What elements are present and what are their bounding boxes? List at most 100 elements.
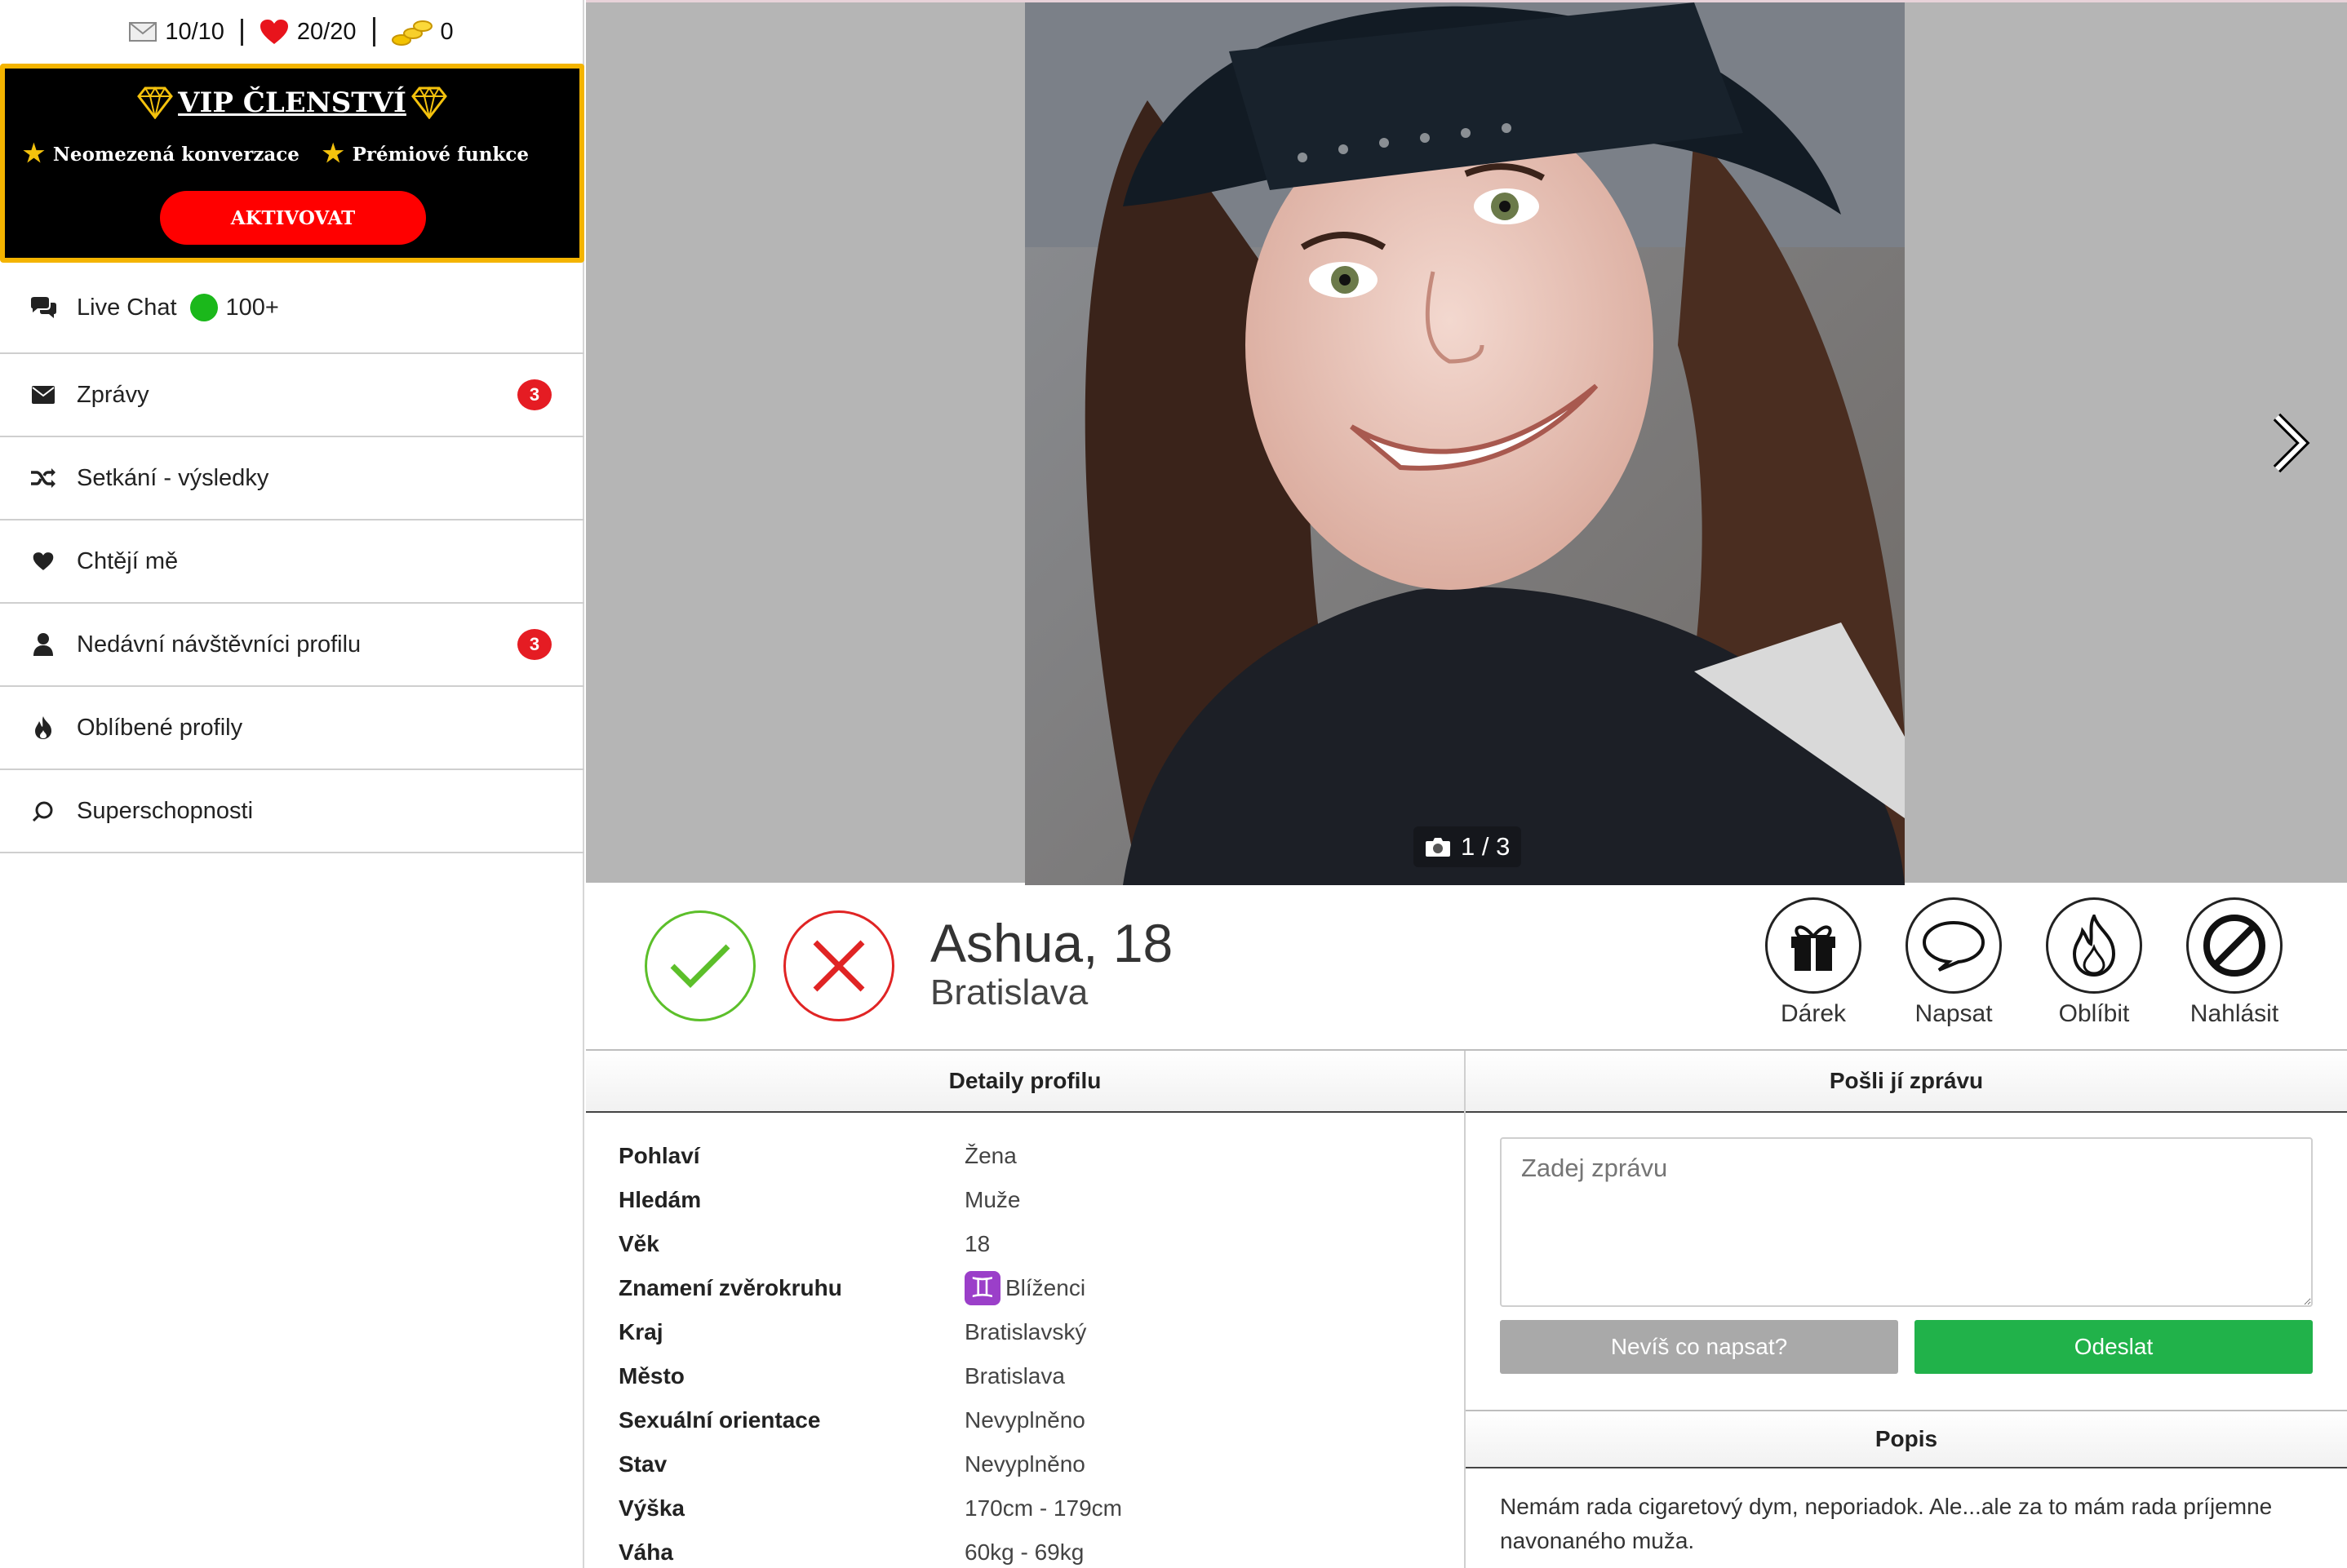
sidebar-item-label: Superschopnosti bbox=[77, 797, 254, 824]
online-indicator bbox=[189, 294, 218, 321]
detail-value-text: 18 bbox=[965, 1231, 991, 1256]
send-message-button[interactable]: Odeslat bbox=[1914, 1320, 2313, 1374]
photo-counter: 1 / 3 bbox=[1413, 826, 1522, 867]
description-header: Popis bbox=[1466, 1411, 2347, 1468]
visitors-badge: 3 bbox=[517, 629, 552, 660]
detail-row: Výška 170cm - 179cm bbox=[619, 1486, 1435, 1530]
profile-photo[interactable] bbox=[1025, 2, 1905, 885]
write-button[interactable]: Napsat bbox=[1897, 897, 2011, 1028]
chat-bubbles-icon bbox=[29, 296, 57, 319]
write-label: Napsat bbox=[1914, 1000, 1993, 1027]
sidebar-item-label: Oblíbené profily bbox=[77, 714, 243, 741]
fire-icon bbox=[29, 715, 57, 740]
sidebar-item-superpowers[interactable]: Superschopnosti bbox=[0, 770, 584, 853]
coins-count: 0 bbox=[440, 18, 454, 45]
vip-feature-premium: ★ Prémiové funkce bbox=[322, 142, 561, 166]
detail-value-text: Blíženci bbox=[1005, 1275, 1086, 1300]
vip-title: VIP ČLENSTVÍ bbox=[5, 86, 579, 119]
heart-icon bbox=[260, 20, 288, 44]
detail-key: Váha bbox=[619, 1539, 673, 1565]
detail-key: Stav bbox=[619, 1451, 668, 1477]
report-button[interactable]: Nahlásit bbox=[2177, 897, 2292, 1028]
sidebar: 10/10 20/20 0 VIP ČLENSTVÍ ★ Neomezená k… bbox=[0, 0, 584, 1568]
photo-counter-text: 1 / 3 bbox=[1461, 832, 1511, 861]
diamond-icon bbox=[137, 86, 174, 119]
next-photo-button[interactable] bbox=[2265, 410, 2314, 476]
activate-vip-button[interactable]: AKTIVOVAT bbox=[160, 191, 426, 245]
detail-value-text: Nevyplněno bbox=[965, 1451, 1085, 1477]
online-count: 100+ bbox=[225, 294, 279, 321]
heart-icon bbox=[29, 551, 57, 571]
message-input[interactable] bbox=[1500, 1137, 2313, 1307]
profile-details-list: Pohlaví Žena Hledám Muže Věk 18 Znamení zvěrok… bbox=[619, 1134, 1435, 1568]
vip-banner: VIP ČLENSTVÍ ★ Neomezená konverzace ★ Pr… bbox=[0, 64, 584, 263]
detail-row: Hledám Muže bbox=[619, 1178, 1435, 1222]
detail-value: Nevyplněno bbox=[965, 1451, 1085, 1477]
detail-row: Váha 60kg - 69kg bbox=[619, 1530, 1435, 1568]
sidebar-item-favorites[interactable]: Oblíbené profily bbox=[0, 687, 584, 770]
envelope-icon bbox=[29, 386, 57, 404]
messages-count: 10/10 bbox=[165, 18, 224, 45]
vip-feature-label: Prémiové funkce bbox=[352, 143, 529, 166]
likes-counter[interactable]: 20/20 bbox=[240, 18, 373, 46]
sidebar-item-label: Nedávní návštěvníci profilu bbox=[77, 631, 362, 658]
sidebar-item-messages[interactable]: Zprávy 3 bbox=[0, 354, 584, 437]
profile-photo-image bbox=[1025, 2, 1905, 885]
sidebar-menu: Live Chat 100+ Zprávy 3 Setkání - výsled… bbox=[0, 263, 584, 853]
sidebar-item-label: Zprávy bbox=[77, 381, 149, 408]
detail-value-text: Bratislava bbox=[965, 1363, 1065, 1389]
detail-value-text: Nevyplněno bbox=[965, 1407, 1085, 1433]
detail-row: Město Bratislava bbox=[619, 1354, 1435, 1398]
user-icon bbox=[29, 632, 57, 657]
favorite-button[interactable]: Oblíbit bbox=[2037, 897, 2151, 1028]
detail-value: Žena bbox=[965, 1143, 1017, 1169]
messages-counter[interactable]: 10/10 bbox=[113, 19, 241, 46]
detail-row: Pohlaví Žena bbox=[619, 1134, 1435, 1178]
sidebar-item-matches[interactable]: Setkání - výsledky bbox=[0, 437, 584, 520]
detail-value-text: Bratislavský bbox=[965, 1319, 1087, 1344]
detail-value-text: Žena bbox=[965, 1143, 1017, 1168]
refresh-icon bbox=[29, 800, 57, 822]
profile-header: Ashua, 18 Bratislava Dárek Napsat Oblíbi… bbox=[586, 883, 2347, 1051]
camera-icon bbox=[1426, 838, 1450, 857]
dislike-button[interactable] bbox=[783, 910, 894, 1021]
coins-icon bbox=[391, 20, 433, 46]
profile-city: Bratislava bbox=[930, 972, 1089, 1012]
sidebar-item-live-chat[interactable]: Live Chat 100+ bbox=[0, 263, 584, 354]
sidebar-item-label: Live Chat bbox=[77, 294, 177, 321]
star-icon: ★ bbox=[322, 140, 344, 168]
report-label: Nahlásit bbox=[2189, 1000, 2279, 1027]
like-button[interactable] bbox=[645, 910, 756, 1021]
sidebar-item-visitors[interactable]: Nedávní návštěvníci profilu 3 bbox=[0, 604, 584, 687]
favorite-label: Oblíbit bbox=[2058, 1000, 2130, 1027]
counters-bar: 10/10 20/20 0 bbox=[0, 0, 583, 64]
vip-feature-label: Neomezená konverzace bbox=[52, 143, 299, 166]
detail-key: Věk bbox=[619, 1231, 659, 1256]
detail-value: Bratislava bbox=[965, 1363, 1065, 1389]
block-icon bbox=[2186, 897, 2283, 994]
detail-key: Pohlaví bbox=[619, 1143, 700, 1168]
sidebar-item-likes-me[interactable]: Chtějí mě bbox=[0, 520, 584, 604]
detail-row: Kraj Bratislavský bbox=[619, 1310, 1435, 1354]
shuffle-icon bbox=[29, 467, 57, 489]
suggest-message-button[interactable]: Nevíš co napsat? bbox=[1500, 1320, 1898, 1374]
vip-title-text: VIP ČLENSTVÍ bbox=[178, 86, 406, 119]
diamond-icon bbox=[410, 86, 447, 119]
gift-button[interactable]: Dárek bbox=[1756, 897, 1870, 1028]
detail-row: Znamení zvěrokruhu ♊ Blíženci bbox=[619, 1266, 1435, 1310]
detail-value-text: 170cm - 179cm bbox=[965, 1495, 1122, 1521]
detail-row: Věk 18 bbox=[619, 1222, 1435, 1266]
detail-value: 18 bbox=[965, 1231, 990, 1257]
detail-value-text: 60kg - 69kg bbox=[965, 1539, 1085, 1565]
sidebar-item-label: Chtějí mě bbox=[77, 547, 179, 574]
coins-counter[interactable]: 0 bbox=[372, 17, 470, 47]
gift-icon bbox=[1765, 897, 1861, 994]
envelope-icon bbox=[129, 22, 158, 42]
photo-gallery: 1 / 3 bbox=[586, 0, 2347, 885]
checkmark-icon bbox=[670, 944, 730, 988]
description-text: Nemám rada cigaretový dym, neporiadok. A… bbox=[1500, 1494, 2273, 1553]
gemini-icon: ♊ bbox=[965, 1271, 1000, 1305]
sidebar-item-label: Setkání - výsledky bbox=[77, 464, 269, 491]
detail-value: Muže bbox=[965, 1187, 1020, 1213]
close-icon bbox=[813, 940, 865, 992]
